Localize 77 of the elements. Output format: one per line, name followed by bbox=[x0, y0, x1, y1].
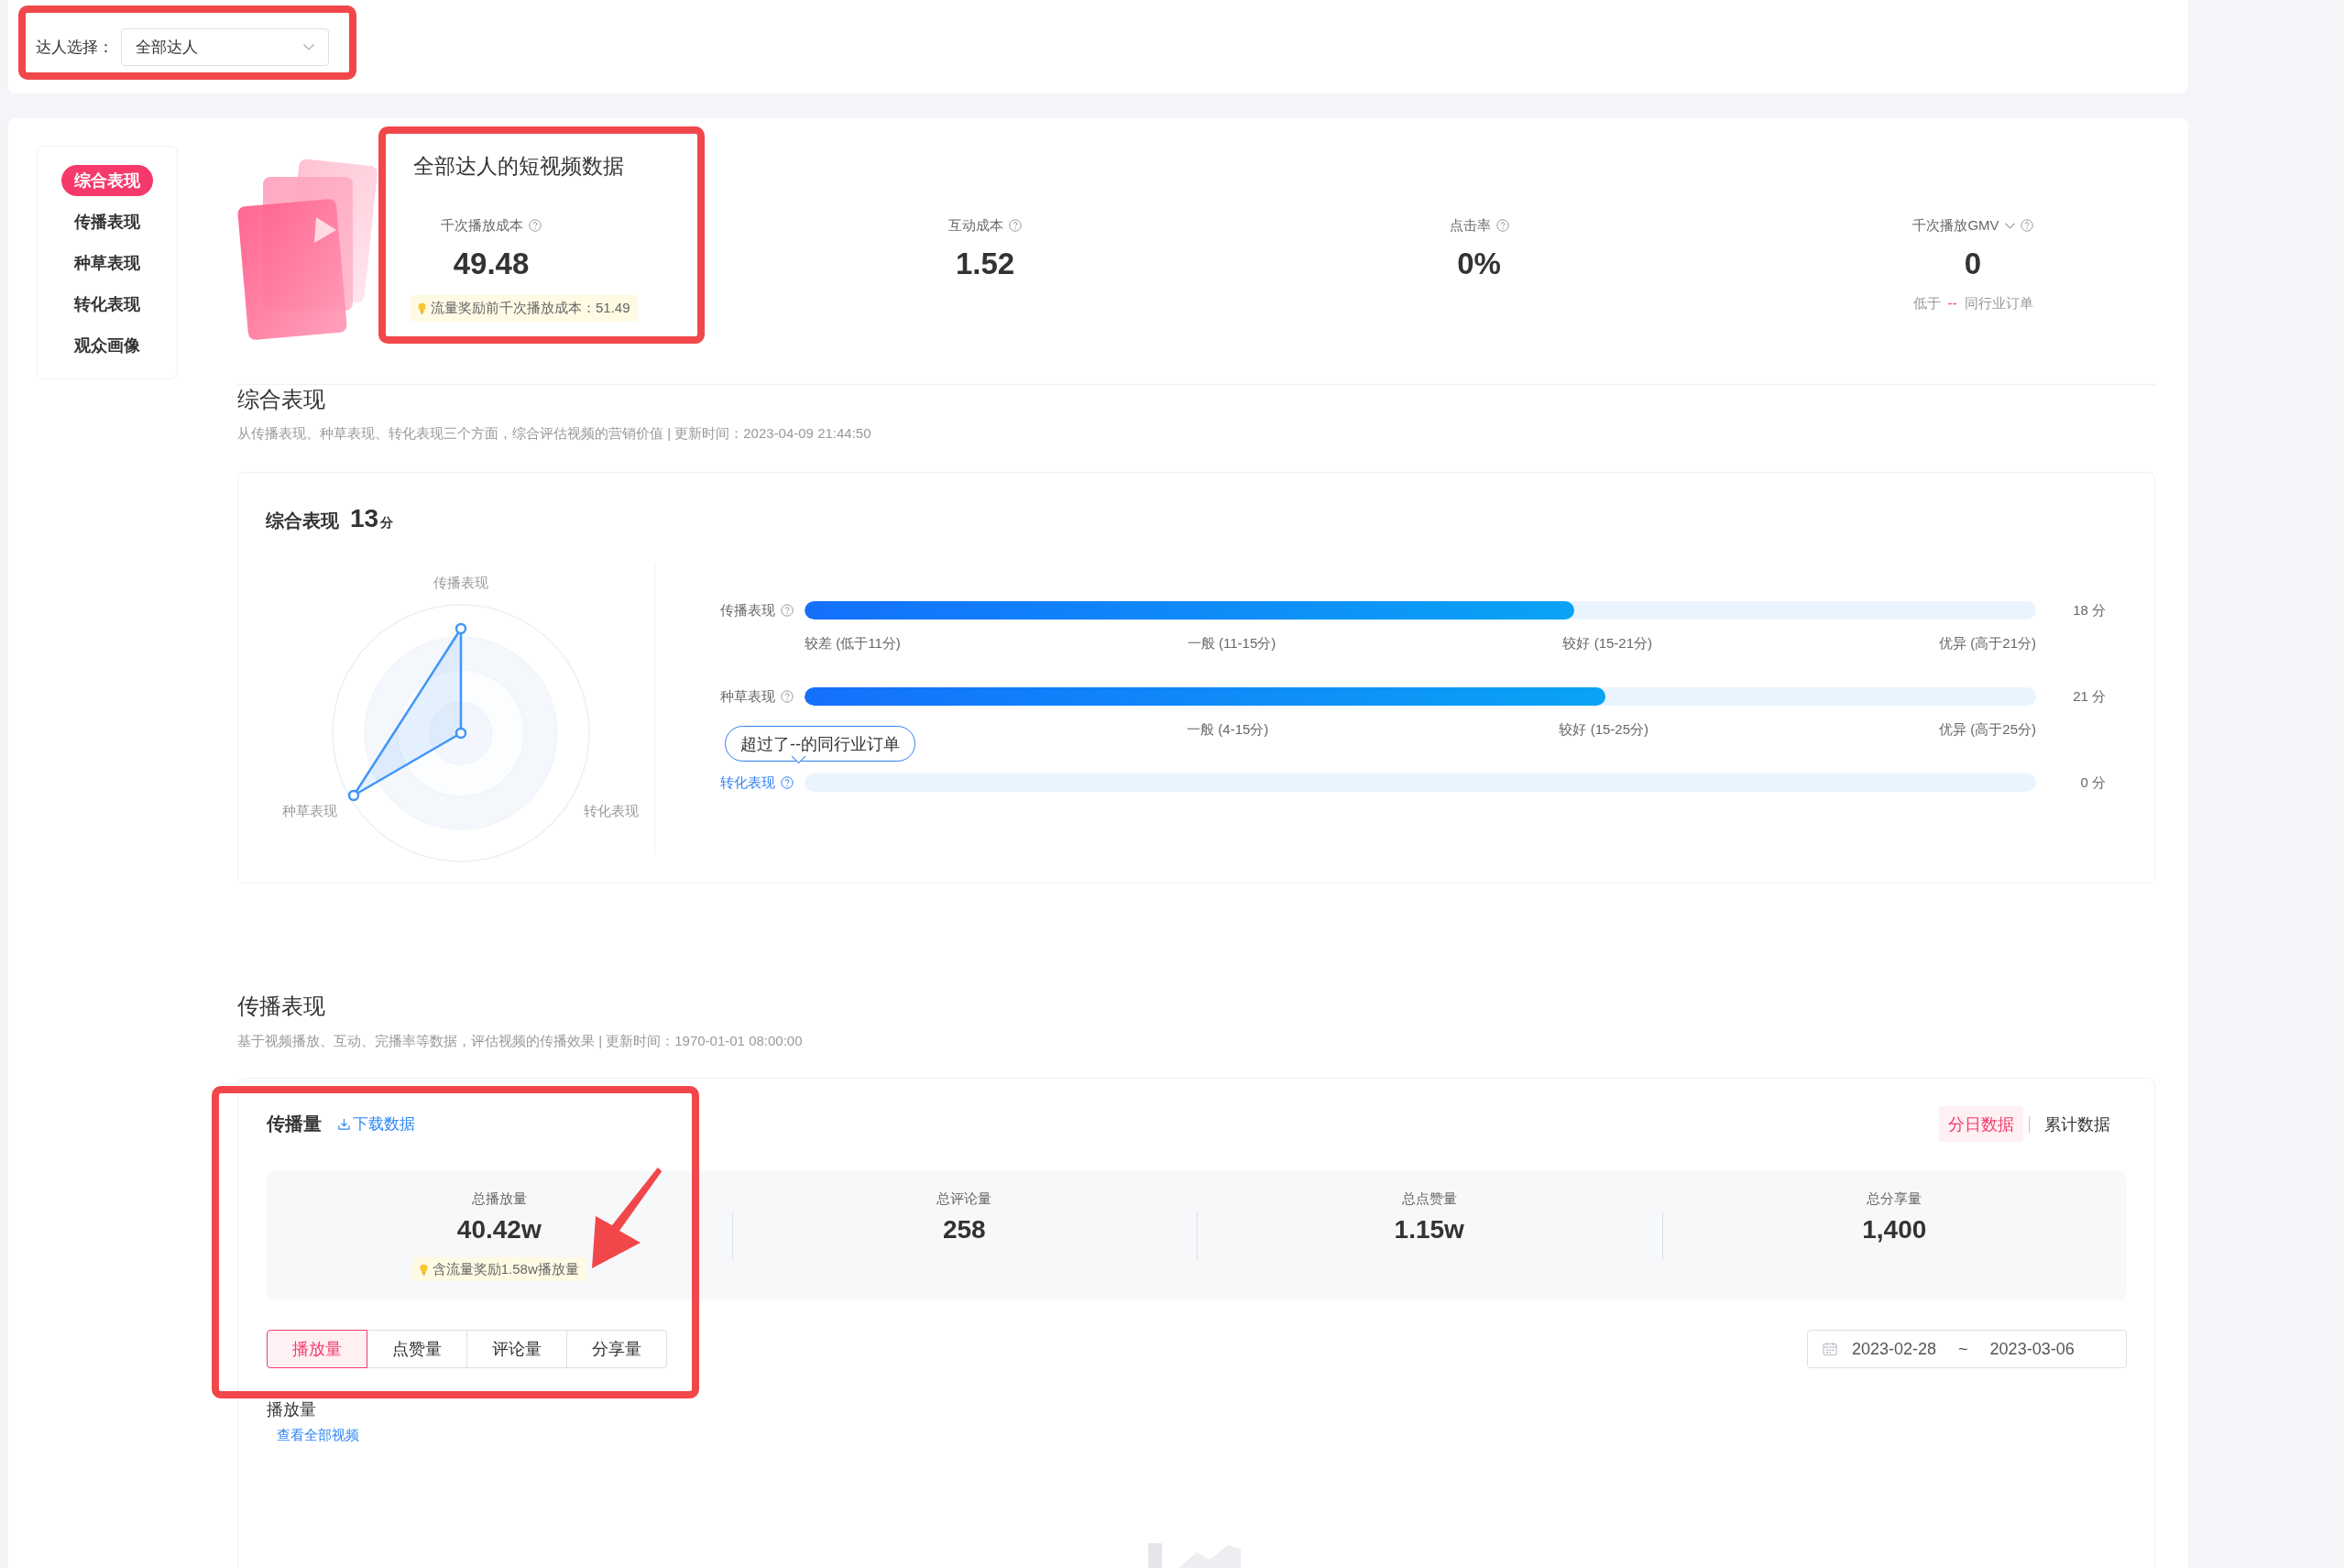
help-icon[interactable] bbox=[2020, 219, 2033, 232]
chevron-down-icon bbox=[303, 43, 314, 50]
scale-label: 较好 (15-25分) bbox=[1559, 720, 1648, 739]
help-icon[interactable] bbox=[529, 219, 542, 232]
tip-text: 流量奖励前千次播放成本：51.49 bbox=[431, 300, 630, 317]
stat-value: 40.42w bbox=[456, 1214, 542, 1245]
stat-label: 总评论量 bbox=[937, 1190, 992, 1208]
help-icon[interactable] bbox=[781, 776, 794, 789]
radar-axis-label: 传播表现 bbox=[433, 575, 488, 590]
chart-title: 播放量 bbox=[267, 1399, 316, 1420]
radar-point bbox=[347, 789, 360, 802]
sidebar-item[interactable]: 观众画像 bbox=[61, 330, 153, 361]
scale-label: 优异 (高于25分) bbox=[1939, 720, 2036, 739]
scale-label: 较好 (15-21分) bbox=[1562, 634, 1652, 652]
metric-tab[interactable]: 分享量 bbox=[566, 1330, 667, 1368]
sidebar-item[interactable]: 种草表现 bbox=[61, 247, 153, 279]
scale-label: 一般 (11-15分) bbox=[1187, 634, 1276, 652]
calendar-icon bbox=[1823, 1342, 1837, 1356]
scale-label: 较差 (低于11分) bbox=[805, 634, 901, 652]
comparison-label: 同行业订单 bbox=[1964, 294, 2033, 313]
filter-label: 达人选择： bbox=[36, 37, 114, 58]
stat-label: 总分享量 bbox=[1867, 1190, 1922, 1208]
metric-tab[interactable]: 评论量 bbox=[466, 1330, 567, 1368]
stat-value: 258 bbox=[942, 1214, 986, 1245]
section-description: 基于视频播放、互动、完播率等数据，评估视频的传播效果 | 更新时间：1970-01-01 08:00:00 bbox=[237, 1032, 803, 1050]
stat-label: 总播放量 bbox=[471, 1190, 527, 1208]
metric-label: 千次播放成本 bbox=[441, 216, 523, 235]
creator-select[interactable]: 全部达人 bbox=[121, 27, 329, 66]
metric-value: 0 bbox=[1964, 246, 1982, 282]
score-unit: 分 bbox=[380, 515, 394, 532]
metric-value: 49.48 bbox=[453, 246, 530, 282]
metric-label: 点击率 bbox=[1449, 216, 1491, 235]
sidebar-item[interactable]: 综合表现 bbox=[61, 165, 153, 196]
row-score: 18 分 bbox=[2073, 601, 2106, 620]
metric-value: 0% bbox=[1457, 246, 1501, 282]
download-link[interactable]: 下载数据 bbox=[338, 1113, 415, 1135]
row-score: 21 分 bbox=[2073, 687, 2106, 706]
radar-point bbox=[455, 622, 467, 635]
sidebar-item[interactable]: 传播表现 bbox=[61, 206, 153, 237]
metric-tab[interactable]: 点赞量 bbox=[367, 1330, 467, 1368]
stat-value: 1,400 bbox=[1862, 1214, 1927, 1245]
metric-label: 千次播放GMV bbox=[1912, 216, 1999, 235]
scale-label: 一般 (4-15分) bbox=[1187, 720, 1269, 739]
tip-text: 含流量奖励1.58w播放量 bbox=[432, 1260, 579, 1278]
download-icon bbox=[338, 1118, 350, 1130]
lightbulb-icon bbox=[419, 1263, 428, 1276]
row-label: 转化表现 bbox=[720, 773, 775, 792]
help-icon[interactable] bbox=[781, 604, 794, 617]
section-title: 综合表现 bbox=[237, 386, 325, 413]
radar-axis-label: 转化表现 bbox=[584, 803, 639, 818]
comparison-label: 低于 bbox=[1912, 294, 1941, 313]
radar-axis-label: 种草表现 bbox=[282, 803, 337, 818]
sidebar-item[interactable]: 转化表现 bbox=[61, 289, 153, 320]
metric-label: 互动成本 bbox=[948, 216, 1003, 235]
stat-label: 总点赞量 bbox=[1401, 1190, 1457, 1208]
chevron-down-icon[interactable] bbox=[2004, 222, 2015, 229]
card-title: 传播量 bbox=[267, 1113, 322, 1135]
row-score: 0 分 bbox=[2080, 773, 2106, 792]
score-value: 13 bbox=[350, 504, 379, 533]
row-label: 传播表现 bbox=[720, 601, 775, 620]
lightbulb-icon bbox=[418, 302, 426, 314]
scale-label: 优异 (高于21分) bbox=[1939, 634, 2036, 652]
help-icon[interactable] bbox=[1009, 219, 1022, 232]
view-toggle[interactable]: 累计数据 bbox=[2035, 1106, 2119, 1142]
radar-point bbox=[455, 727, 467, 740]
metric-value: 1.52 bbox=[955, 246, 1015, 282]
row-label: 种草表现 bbox=[720, 687, 775, 706]
comparison-value: -- bbox=[1947, 294, 1957, 313]
section-title: 传播表现 bbox=[237, 992, 325, 1020]
view-all-link[interactable]: 查看全部视频 bbox=[277, 1426, 359, 1444]
help-icon[interactable] bbox=[781, 690, 794, 703]
card-title: 综合表现 bbox=[266, 510, 339, 532]
overview-title: 全部达人的短视频数据 bbox=[413, 153, 624, 180]
date-range-field[interactable]: 2023-02-28 ~ 2023-03-06 bbox=[1807, 1330, 2127, 1368]
section-description: 从传播表现、种草表现、转化表现三个方面，综合评估视频的营销价值 | 更新时间：2023-04-09 21:44:50 bbox=[237, 424, 871, 443]
help-icon[interactable] bbox=[1495, 219, 1509, 232]
stat-value: 1.15w bbox=[1394, 1214, 1464, 1245]
